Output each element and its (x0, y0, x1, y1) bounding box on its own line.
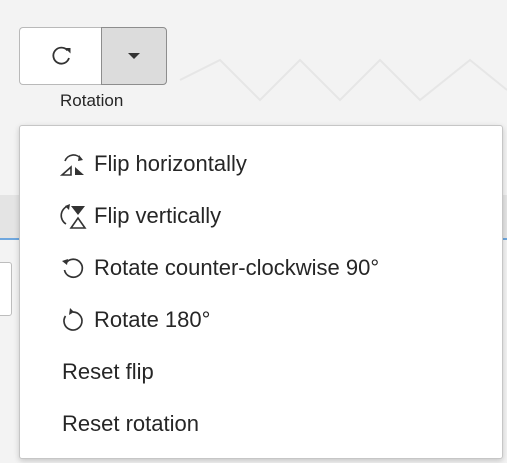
rotation-dropdown-toggle[interactable] (101, 27, 167, 85)
rotate-button[interactable] (19, 27, 101, 85)
rotation-group-label: Rotation (60, 91, 124, 110)
menu-item-flip-horizontally[interactable]: Flip horizontally (20, 140, 502, 188)
menu-item-label: Flip vertically (94, 203, 222, 228)
menu-item-label: Rotate 180° (94, 307, 211, 332)
flip-horizontal-icon (54, 149, 92, 179)
rotation-split-button (19, 27, 168, 87)
menu-item-reset-rotation[interactable]: Reset rotation (20, 400, 502, 448)
menu-item-rotate-ccw-90[interactable]: Rotate counter-clockwise 90° (20, 244, 502, 292)
rotate-180-icon (54, 305, 92, 335)
menu-item-flip-vertically[interactable]: Flip vertically (20, 192, 502, 240)
caret-down-icon (128, 53, 140, 59)
menu-item-label: Rotate counter-clockwise 90° (94, 255, 380, 280)
rotation-dropdown-menu: Flip horizontally Flip vertically Rotate… (19, 125, 503, 459)
menu-item-label: Reset flip (62, 359, 154, 384)
rotate-clockwise-icon (51, 46, 70, 65)
flip-vertical-icon (54, 201, 92, 231)
background-graphic (179, 58, 507, 102)
menu-item-reset-flip[interactable]: Reset flip (20, 348, 502, 396)
background-panel-edge (0, 262, 12, 316)
menu-item-label: Reset rotation (62, 411, 199, 436)
menu-item-rotate-180[interactable]: Rotate 180° (20, 296, 502, 344)
menu-item-label: Flip horizontally (94, 151, 247, 176)
rotate-counterclockwise-icon (54, 253, 92, 283)
